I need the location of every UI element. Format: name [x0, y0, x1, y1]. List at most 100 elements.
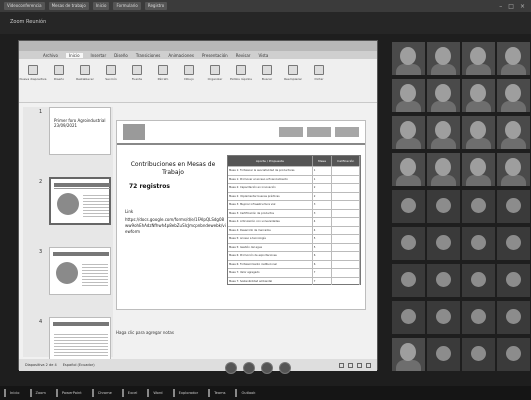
registros-count: 72 registros [129, 183, 170, 190]
avatar [506, 198, 521, 213]
ribbon-button[interactable]: Párrafo [155, 65, 171, 81]
taskbar-item[interactable]: PowerPoint [55, 389, 86, 397]
taskbar-item[interactable]: Inicio [4, 389, 24, 397]
participant-tile[interactable] [392, 190, 425, 223]
ribbon-tab[interactable]: Transiciones [136, 53, 161, 58]
participant-tile[interactable] [462, 153, 495, 186]
main-slide[interactable]: Contribuciones en Mesas de Trabajo 72 re… [116, 120, 366, 310]
participant-tile[interactable] [497, 190, 530, 223]
participant-tile[interactable] [497, 264, 530, 297]
participant-tile[interactable] [497, 116, 530, 149]
video-button[interactable] [243, 362, 255, 374]
taskbar-item[interactable]: Explorador [172, 389, 203, 397]
participant-tile[interactable] [462, 264, 495, 297]
slide-thumbnail-selected[interactable] [49, 177, 111, 225]
participant-tile[interactable] [462, 79, 495, 112]
minimize-icon[interactable]: – [499, 3, 502, 10]
ribbon-tab[interactable]: Insertar [91, 53, 107, 58]
sorter-view-icon[interactable] [348, 362, 353, 368]
participant-tile[interactable] [462, 227, 495, 260]
normal-view-icon[interactable] [339, 362, 344, 368]
top-tab[interactable]: Registro [144, 2, 168, 10]
participant-tile[interactable] [427, 301, 460, 334]
ribbon-button[interactable]: Nueva diapositiva [20, 65, 46, 81]
participant-tile[interactable] [392, 338, 425, 371]
participant-tile[interactable] [392, 153, 425, 186]
participant-tile[interactable] [392, 227, 425, 260]
taskbar-item[interactable]: Outlook [235, 389, 259, 397]
participant-tile[interactable] [497, 301, 530, 334]
participant-tile[interactable] [427, 227, 460, 260]
participant-tile[interactable] [392, 301, 425, 334]
participant-tile[interactable] [462, 42, 495, 75]
participant-video-face [470, 158, 486, 176]
ribbon-button[interactable]: Reemplazar [284, 65, 302, 81]
participant-tile[interactable] [427, 190, 460, 223]
close-icon[interactable]: × [520, 3, 525, 10]
slide-thumbnail[interactable] [49, 247, 111, 295]
ribbon-tab[interactable]: Animaciones [168, 53, 194, 58]
ribbon-button[interactable]: Buscar [259, 65, 275, 81]
participant-tile[interactable] [462, 116, 495, 149]
participant-tile[interactable] [427, 42, 460, 75]
language-indicator[interactable]: Español (Ecuador) [63, 363, 95, 367]
thumbnail-header [53, 322, 109, 326]
ribbon-tab-active[interactable]: Inicio [65, 52, 83, 58]
divider [54, 188, 110, 189]
taskbar-item[interactable]: Teams [208, 389, 229, 397]
participant-video-body [396, 360, 421, 371]
top-tab[interactable]: Mesas de trabajo [48, 2, 89, 10]
top-tab[interactable]: Inicio [92, 2, 110, 10]
taskbar-item[interactable]: Chrome [91, 389, 116, 397]
maximize-icon[interactable]: □ [508, 3, 514, 10]
participant-tile[interactable] [427, 338, 460, 371]
top-tab[interactable]: Formulario [113, 2, 141, 10]
leave-button[interactable] [279, 362, 291, 374]
participant-tile[interactable] [497, 42, 530, 75]
ribbon-button[interactable]: Sección [103, 65, 119, 81]
participant-tile[interactable] [427, 79, 460, 112]
ribbon-button[interactable]: Dictar [311, 65, 327, 81]
participant-tile[interactable] [392, 42, 425, 75]
participant-tile[interactable] [392, 79, 425, 112]
participant-tile[interactable] [497, 79, 530, 112]
ribbon-tab[interactable]: Revisar [236, 53, 251, 58]
participant-tile[interactable] [497, 153, 530, 186]
ribbon-tab[interactable]: Archivo [43, 53, 58, 58]
ribbon-button[interactable]: Estilos rápidos [230, 65, 252, 81]
slideshow-icon[interactable] [366, 362, 371, 368]
participant-tile[interactable] [497, 338, 530, 371]
participant-tile[interactable] [462, 338, 495, 371]
slide-thumbnail[interactable]: Primer foro Agroindustrial 23/09/2021 [49, 107, 111, 155]
table-cell: Mesa 7: Valor agregado [228, 269, 313, 277]
table-cell: Mesa 6: Fortalecimiento institucional [228, 260, 313, 268]
ribbon-button[interactable]: Diseño [51, 65, 67, 81]
participant-tile[interactable] [392, 264, 425, 297]
participant-tile[interactable] [427, 264, 460, 297]
form-link[interactable]: https://docs.google.com/forms/d/e/1FAIpQ… [125, 217, 227, 235]
mute-button[interactable] [225, 362, 237, 374]
taskbar-item[interactable]: Excel [121, 389, 142, 397]
ribbon-button[interactable]: Fuente [129, 65, 145, 81]
slide-thumbnail[interactable] [49, 317, 111, 361]
participant-tile[interactable] [462, 190, 495, 223]
top-tab[interactable]: Videoconferencia [4, 2, 45, 10]
taskbar-item[interactable]: Zoom [29, 389, 50, 397]
participant-tile[interactable] [427, 153, 460, 186]
table-cell [332, 201, 360, 209]
ribbon-button[interactable]: Restablecer [76, 65, 94, 81]
reading-view-icon[interactable] [357, 362, 362, 368]
table-cell [332, 226, 360, 234]
taskbar-item[interactable]: Word [147, 389, 166, 397]
participant-tile[interactable] [392, 116, 425, 149]
ribbon-button[interactable]: Organizar [207, 65, 223, 81]
notes-placeholder[interactable]: Haga clic para agregar notas [116, 330, 174, 335]
ribbon-button[interactable]: Dibujo [181, 65, 197, 81]
participant-tile[interactable] [427, 116, 460, 149]
participant-tile[interactable] [462, 301, 495, 334]
ribbon-tab[interactable]: Vista [258, 53, 268, 58]
ribbon-tab[interactable]: Presentación [202, 53, 228, 58]
participant-tile[interactable] [497, 227, 530, 260]
ribbon-tab[interactable]: Diseño [114, 53, 128, 58]
share-button[interactable] [261, 362, 273, 374]
